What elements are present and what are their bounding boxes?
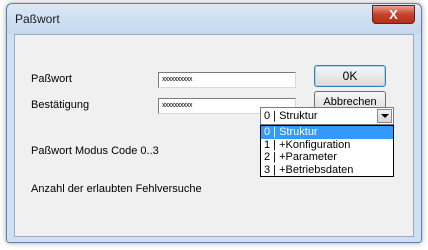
mode-dropdown-list: 0 | Struktur 1 | +Konfiguration 2 | +Par… — [260, 125, 394, 177]
close-button[interactable]: X — [372, 5, 415, 24]
chevron-down-icon[interactable] — [377, 109, 392, 123]
close-icon: X — [389, 7, 398, 22]
confirm-label: Bestätigung — [31, 99, 90, 111]
window-title: Paßwort — [15, 12, 60, 26]
mode-combobox-value: 0 | Struktur — [264, 110, 318, 122]
mode-label: Paßwort Modus Code 0..3 — [31, 145, 159, 157]
password-field[interactable]: xxxxxxxxxx — [158, 72, 296, 88]
mode-option-0[interactable]: 0 | Struktur — [261, 126, 393, 139]
attempts-label: Anzahl der erlaubten Fehlversuche — [31, 183, 202, 195]
password-dialog: Paßwort X Paßwort xxxxxxxxxx Bestätigung… — [6, 3, 422, 243]
password-label: Paßwort — [31, 73, 72, 85]
mode-combobox[interactable]: 0 | Struktur — [260, 107, 394, 125]
mode-option-2[interactable]: 2 | +Parameter — [261, 151, 393, 164]
mode-option-3[interactable]: 3 | +Betriebsdaten — [261, 164, 393, 177]
title-bar[interactable]: Paßwort X — [7, 4, 421, 34]
mode-option-1[interactable]: 1 | +Konfiguration — [261, 139, 393, 152]
ok-button[interactable]: 0K — [314, 65, 386, 87]
